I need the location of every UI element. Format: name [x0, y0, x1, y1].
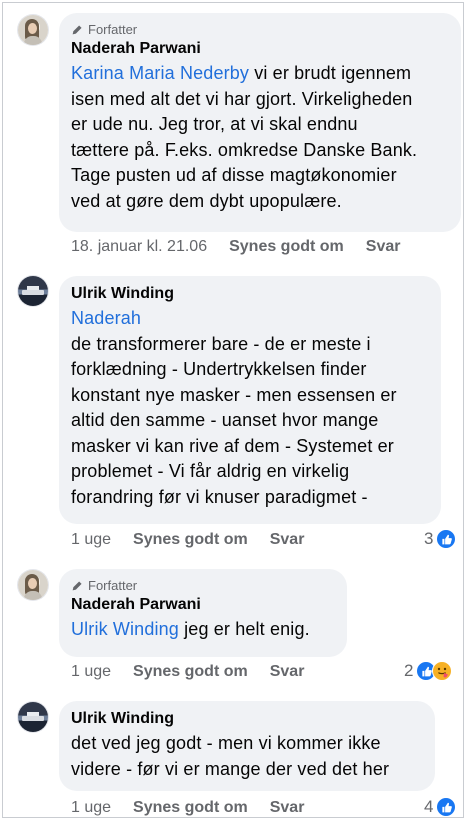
avatar-ulrik[interactable] [18, 702, 48, 732]
badge-label: Forfatter [88, 577, 138, 593]
reply-button[interactable]: Svar [270, 799, 305, 817]
timestamp[interactable]: 1 uge [71, 663, 111, 681]
avatar-naderah[interactable] [18, 15, 48, 45]
comment-bubble: Ulrik Winding Naderah de transformerer b… [59, 276, 441, 524]
reaction-summary[interactable]: 3 [424, 528, 457, 550]
comment-author[interactable]: Naderah Parwani [71, 595, 335, 615]
timestamp[interactable]: 1 uge [71, 799, 111, 817]
comment-author[interactable]: Ulrik Winding [71, 284, 429, 304]
avatar-ulrik[interactable] [18, 276, 48, 306]
like-button[interactable]: Synes godt om [133, 799, 248, 817]
reaction-summary[interactable]: 2 [404, 660, 453, 682]
mention-link[interactable]: Ulrik Winding [71, 619, 179, 639]
comment-thread: Forfatter Naderah Parwani Karina Maria N… [2, 2, 464, 818]
timestamp[interactable]: 18. januar kl. 21.06 [71, 238, 207, 256]
pencil-icon [72, 24, 82, 34]
mention-link[interactable]: Naderah [71, 308, 141, 328]
comment-meta: 1 uge Synes godt om Svar [71, 530, 326, 550]
comment-author[interactable]: Naderah Parwani [71, 39, 449, 59]
reaction-count: 2 [404, 661, 414, 680]
comment-meta: 1 uge Synes godt om Svar [71, 662, 326, 682]
comment-text: Naderah de transformerer bare - de er me… [71, 308, 397, 507]
comment-text: Karina Maria Nederby vi er brudt igennem… [71, 63, 418, 211]
author-badge: Forfatter [71, 577, 335, 593]
comment-bubble: Ulrik Winding det ved jeg godt - men vi … [59, 701, 435, 791]
comment-bubble: Forfatter Naderah Parwani Karina Maria N… [59, 13, 461, 232]
timestamp[interactable]: 1 uge [71, 531, 111, 549]
badge-label: Forfatter [88, 21, 138, 37]
reply-button[interactable]: Svar [366, 238, 401, 256]
comment-bubble: Forfatter Naderah Parwani Ulrik Winding … [59, 569, 347, 657]
reply-button[interactable]: Svar [270, 531, 305, 549]
reaction-count: 4 [424, 797, 434, 816]
care-emoji-icon [432, 661, 453, 681]
like-icon [436, 529, 457, 549]
like-icon [436, 797, 457, 817]
comment-author[interactable]: Ulrik Winding [71, 709, 423, 729]
reaction-summary[interactable]: 4 [424, 796, 457, 818]
reaction-count: 3 [424, 529, 434, 548]
comment-meta: 1 uge Synes godt om Svar [71, 798, 326, 818]
pencil-icon [72, 580, 82, 590]
like-button[interactable]: Synes godt om [133, 531, 248, 549]
reply-button[interactable]: Svar [270, 663, 305, 681]
comment-meta: 18. januar kl. 21.06 Synes godt om Svar [71, 237, 422, 257]
like-button[interactable]: Synes godt om [133, 663, 248, 681]
author-badge: Forfatter [71, 21, 449, 37]
avatar-naderah[interactable] [18, 570, 48, 600]
like-button[interactable]: Synes godt om [229, 238, 344, 256]
mention-link[interactable]: Karina Maria Nederby [71, 63, 249, 83]
comment-text: Ulrik Winding jeg er helt enig. [71, 619, 310, 639]
comment-text: det ved jeg godt - men vi kommer ikke vi… [71, 733, 390, 779]
